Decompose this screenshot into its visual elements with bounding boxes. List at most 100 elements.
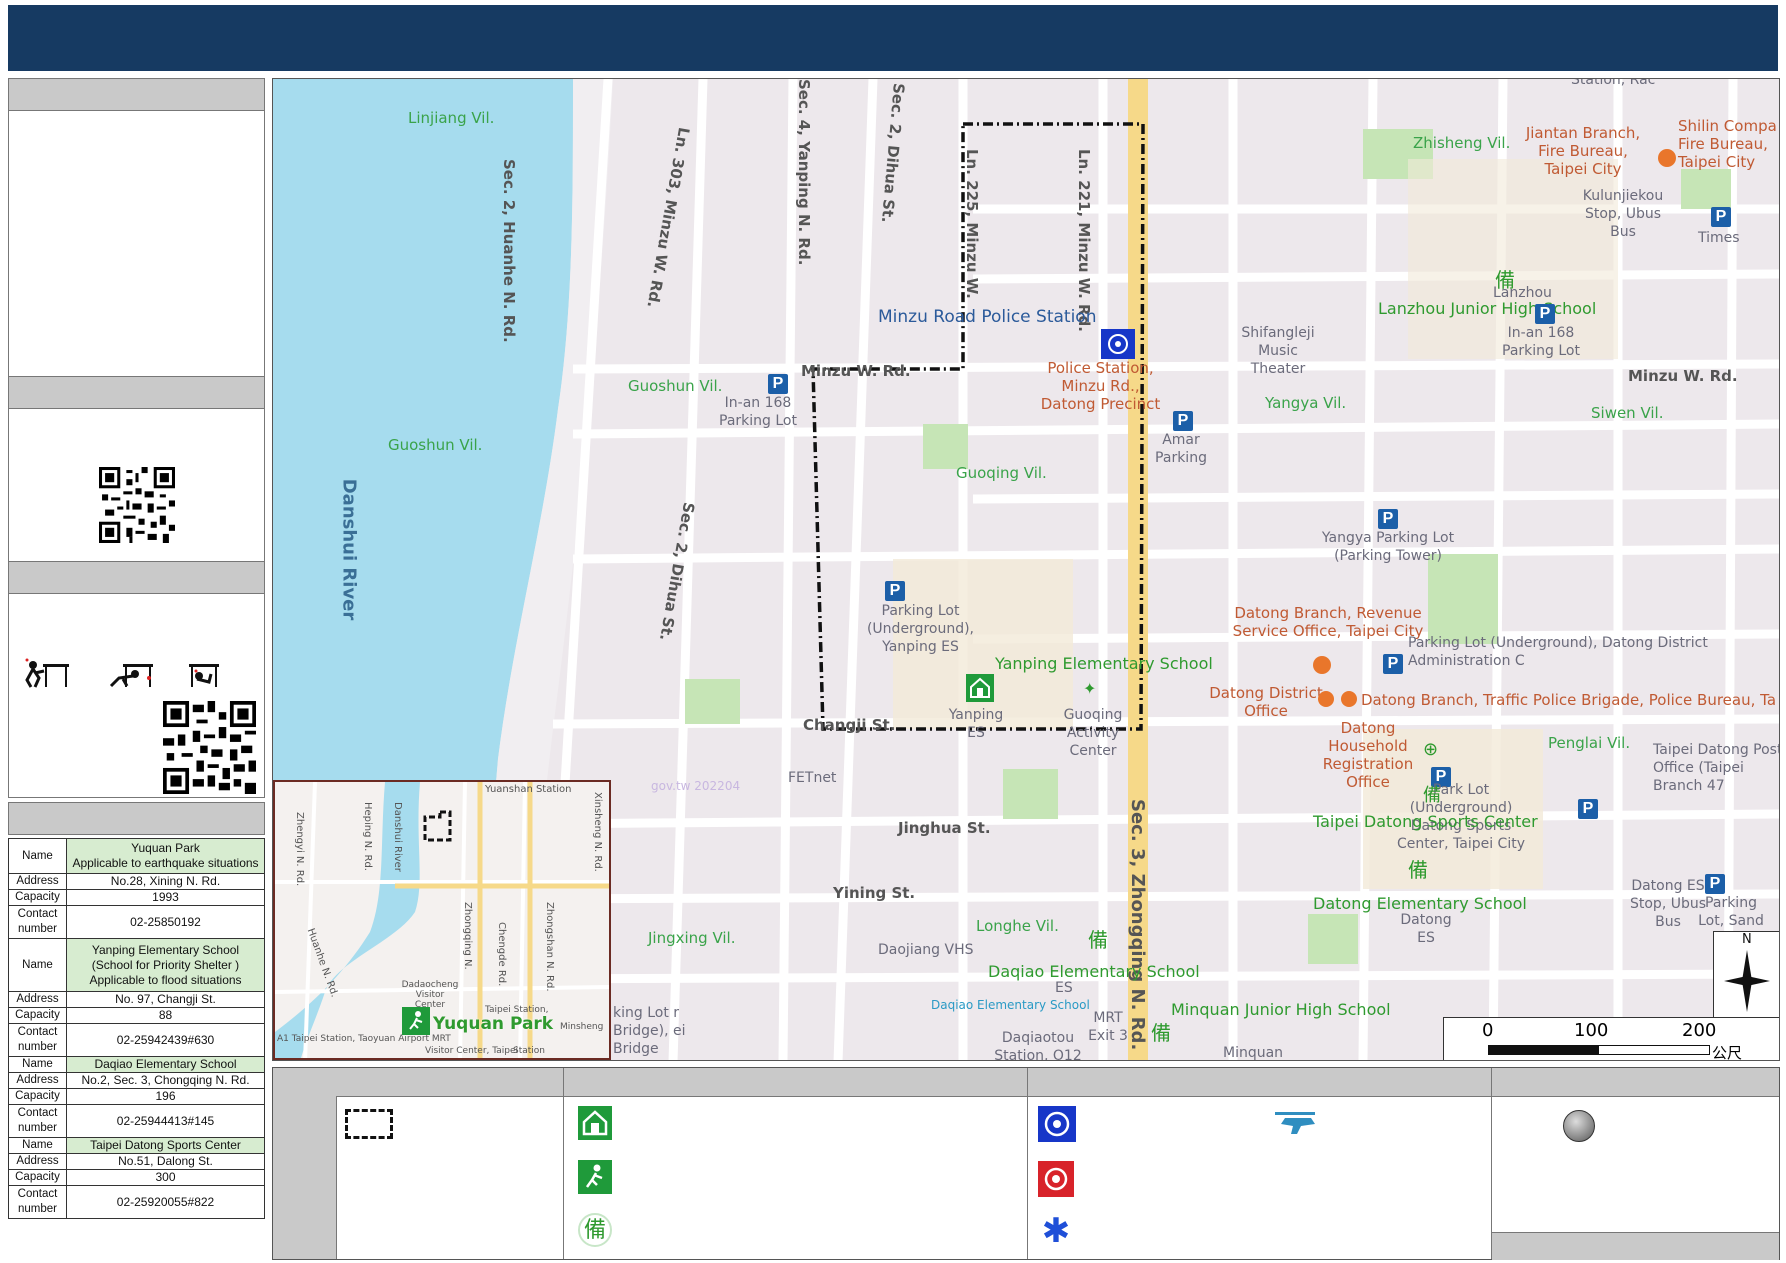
outdoor-evacuation-icon[interactable] — [402, 1007, 430, 1035]
drop-cover-icon — [25, 658, 69, 688]
parking-icon[interactable]: P — [1378, 509, 1398, 529]
parking-icon[interactable]: P — [1383, 654, 1403, 674]
parking-icon[interactable]: P — [768, 374, 788, 394]
inset-label: Zhongshan N. Rd. — [544, 902, 555, 992]
contact-label: Contact number — [8, 905, 67, 939]
datong-es-label: Datong ES — [1400, 912, 1452, 946]
post-office-label: Taipei Datong Post Office (Taipei Branch… — [1653, 742, 1780, 794]
village-label: Yangya Vil. — [1265, 394, 1347, 412]
parking-datong-label: Parking Lot (Underground), Datong Distri… — [1408, 635, 1708, 669]
shelter-icon[interactable] — [966, 674, 994, 702]
capacity-label: Capacity — [8, 1088, 67, 1105]
traffic-police-icon[interactable] — [1341, 691, 1357, 707]
parking-icon[interactable]: P — [1711, 207, 1731, 227]
times-label: Times — [1698, 230, 1740, 246]
activity-icon[interactable]: ✦ — [1083, 679, 1096, 698]
village-label: Jingxing Vil. — [648, 929, 736, 947]
fire-bureau-2-label: Shilin Compa Fire Bureau, Taipei City — [1678, 117, 1777, 171]
police-icon[interactable] — [1101, 329, 1135, 359]
qr-panel — [8, 408, 265, 563]
legend-footer — [1492, 1232, 1779, 1260]
legend-title-column — [273, 1068, 337, 1259]
hide-under-table-icon — [109, 664, 153, 688]
legend-panel: 備 ✱ — [272, 1067, 1780, 1260]
helicopter-legend-icon — [1275, 1112, 1315, 1134]
medical-legend-icon: ✱ — [1041, 1212, 1071, 1250]
shelter-capacity: 1993 — [66, 889, 265, 906]
description-panel — [8, 110, 265, 378]
village-label: Guoshun Vil. — [388, 436, 483, 454]
fire-icon[interactable] — [1658, 149, 1676, 167]
village-label: Longhe Vil. — [976, 917, 1059, 935]
parking-icon[interactable]: P — [1578, 799, 1598, 819]
address-label: Address — [8, 991, 67, 1008]
capacity-label: Capacity — [8, 889, 67, 906]
compass-icon — [1724, 950, 1770, 1012]
village-label: Zhisheng Vil. — [1413, 134, 1511, 152]
daqiao-es-label: ES — [1055, 980, 1073, 996]
hold-on-icon — [189, 664, 219, 687]
shelter-legend-icon — [578, 1106, 612, 1140]
inset-label: Yuanshan Station — [485, 784, 572, 795]
reserve-icon[interactable]: 備 — [1423, 781, 1441, 807]
lanzhou-school-label: Lanzhou Junior High School — [1378, 299, 1597, 318]
scale-tick: 200 — [1682, 1020, 1717, 1041]
police-detail: Police Station, Minzu Rd., Datong Precin… — [1040, 359, 1161, 413]
shelter-capacity: 196 — [66, 1088, 265, 1105]
shelter-note: Applicable to earthquake situations — [72, 856, 259, 870]
yanping-es-label: Yanping ES — [948, 707, 1004, 741]
safety-header — [8, 561, 265, 594]
scale-segment-light — [1598, 1045, 1710, 1055]
qr-code-icon[interactable] — [99, 467, 175, 543]
shelter-contact: 02-25850192 — [66, 905, 265, 939]
parking-icon[interactable]: P — [1705, 874, 1725, 894]
capacity-label: Capacity — [8, 1169, 67, 1186]
village-label: Siwen Vil. — [1591, 404, 1664, 422]
parking-icon[interactable]: P — [1535, 304, 1555, 324]
reserve-icon[interactable]: 備 — [1495, 264, 1515, 293]
qr-code-2-icon[interactable] — [162, 701, 257, 794]
shelter-name: Yuquan Park — [131, 841, 200, 855]
guoqing-center-label: Guoqing Activity Center — [1063, 707, 1123, 759]
revenue-label: Datong Branch, Revenue Service Office, T… — [1232, 604, 1424, 640]
fire-bureau-label: Jiantan Branch, Fire Bureau, Taipei City — [1525, 124, 1641, 178]
road-label: Minzu W. Rd. — [1628, 367, 1738, 385]
fire-legend-icon — [1038, 1161, 1074, 1197]
parking-icon[interactable]: P — [1173, 411, 1193, 431]
village-label: Guoshun Vil. — [628, 377, 723, 395]
inset-label: A1 Taipei Station, Taoyuan Airport MRT — [277, 1034, 451, 1044]
police-station-label: Minzu Road Police Station — [878, 307, 1097, 327]
inan-parking-left-label: In-an 168 Parking Lot — [719, 395, 797, 429]
sports-center-label: Taipei Datong Sports Center — [1313, 812, 1538, 831]
reserve-icon[interactable]: 備 — [1408, 854, 1428, 883]
district-office-icon[interactable] — [1318, 691, 1334, 707]
minquan-label: Minquan — [1223, 1045, 1284, 1061]
traffic-police-label: Datong Branch, Traffic Police Brigade, P… — [1361, 691, 1777, 709]
reserve-icon[interactable]: 備 — [1088, 924, 1108, 953]
capacity-label: Capacity — [8, 1007, 67, 1024]
contact-label: Contact number — [8, 1185, 67, 1219]
plus-icon[interactable]: ⊕ — [1423, 739, 1438, 760]
inan-parking-label: In-an 168 Parking Lot — [1502, 325, 1580, 359]
shelter-name-cell: Yuquan Park Applicable to earthquake situ… — [66, 838, 265, 874]
name-label: Name — [8, 938, 67, 992]
inset-label: Zhengyi N. Rd. — [294, 812, 305, 887]
address-label: Address — [8, 1072, 67, 1089]
reserve-icon[interactable]: 備 — [1151, 1017, 1171, 1046]
inset-label: Heping N. Rd. — [362, 802, 373, 871]
shelter-name: Daqiao Elementary School — [66, 1056, 265, 1073]
inset-label: Chengde Rd. — [496, 922, 507, 987]
inset-label: Station — [513, 1046, 545, 1056]
shelter-capacity: 88 — [66, 1007, 265, 1024]
inset-map[interactable]: Yuanshan Station Danshui River Heping N.… — [273, 780, 611, 1060]
river-label: Danshui River — [338, 478, 360, 621]
shelter-name-cell: Yanping Elementary School (School for Pri… — [66, 938, 265, 992]
reserve-legend-icon: 備 — [578, 1213, 612, 1247]
daqiao-school-label: Daqiao Elementary School — [988, 962, 1200, 981]
scale-tick: 0 — [1482, 1020, 1494, 1041]
inset-label: Xinsheng N. Rd. — [592, 792, 603, 872]
revenue-icon[interactable] — [1313, 656, 1331, 674]
inset-label: Danshui River — [392, 802, 403, 872]
music-theater-label: Shifangleji Music Theater — [1241, 325, 1315, 377]
parking-icon[interactable]: P — [885, 581, 905, 601]
